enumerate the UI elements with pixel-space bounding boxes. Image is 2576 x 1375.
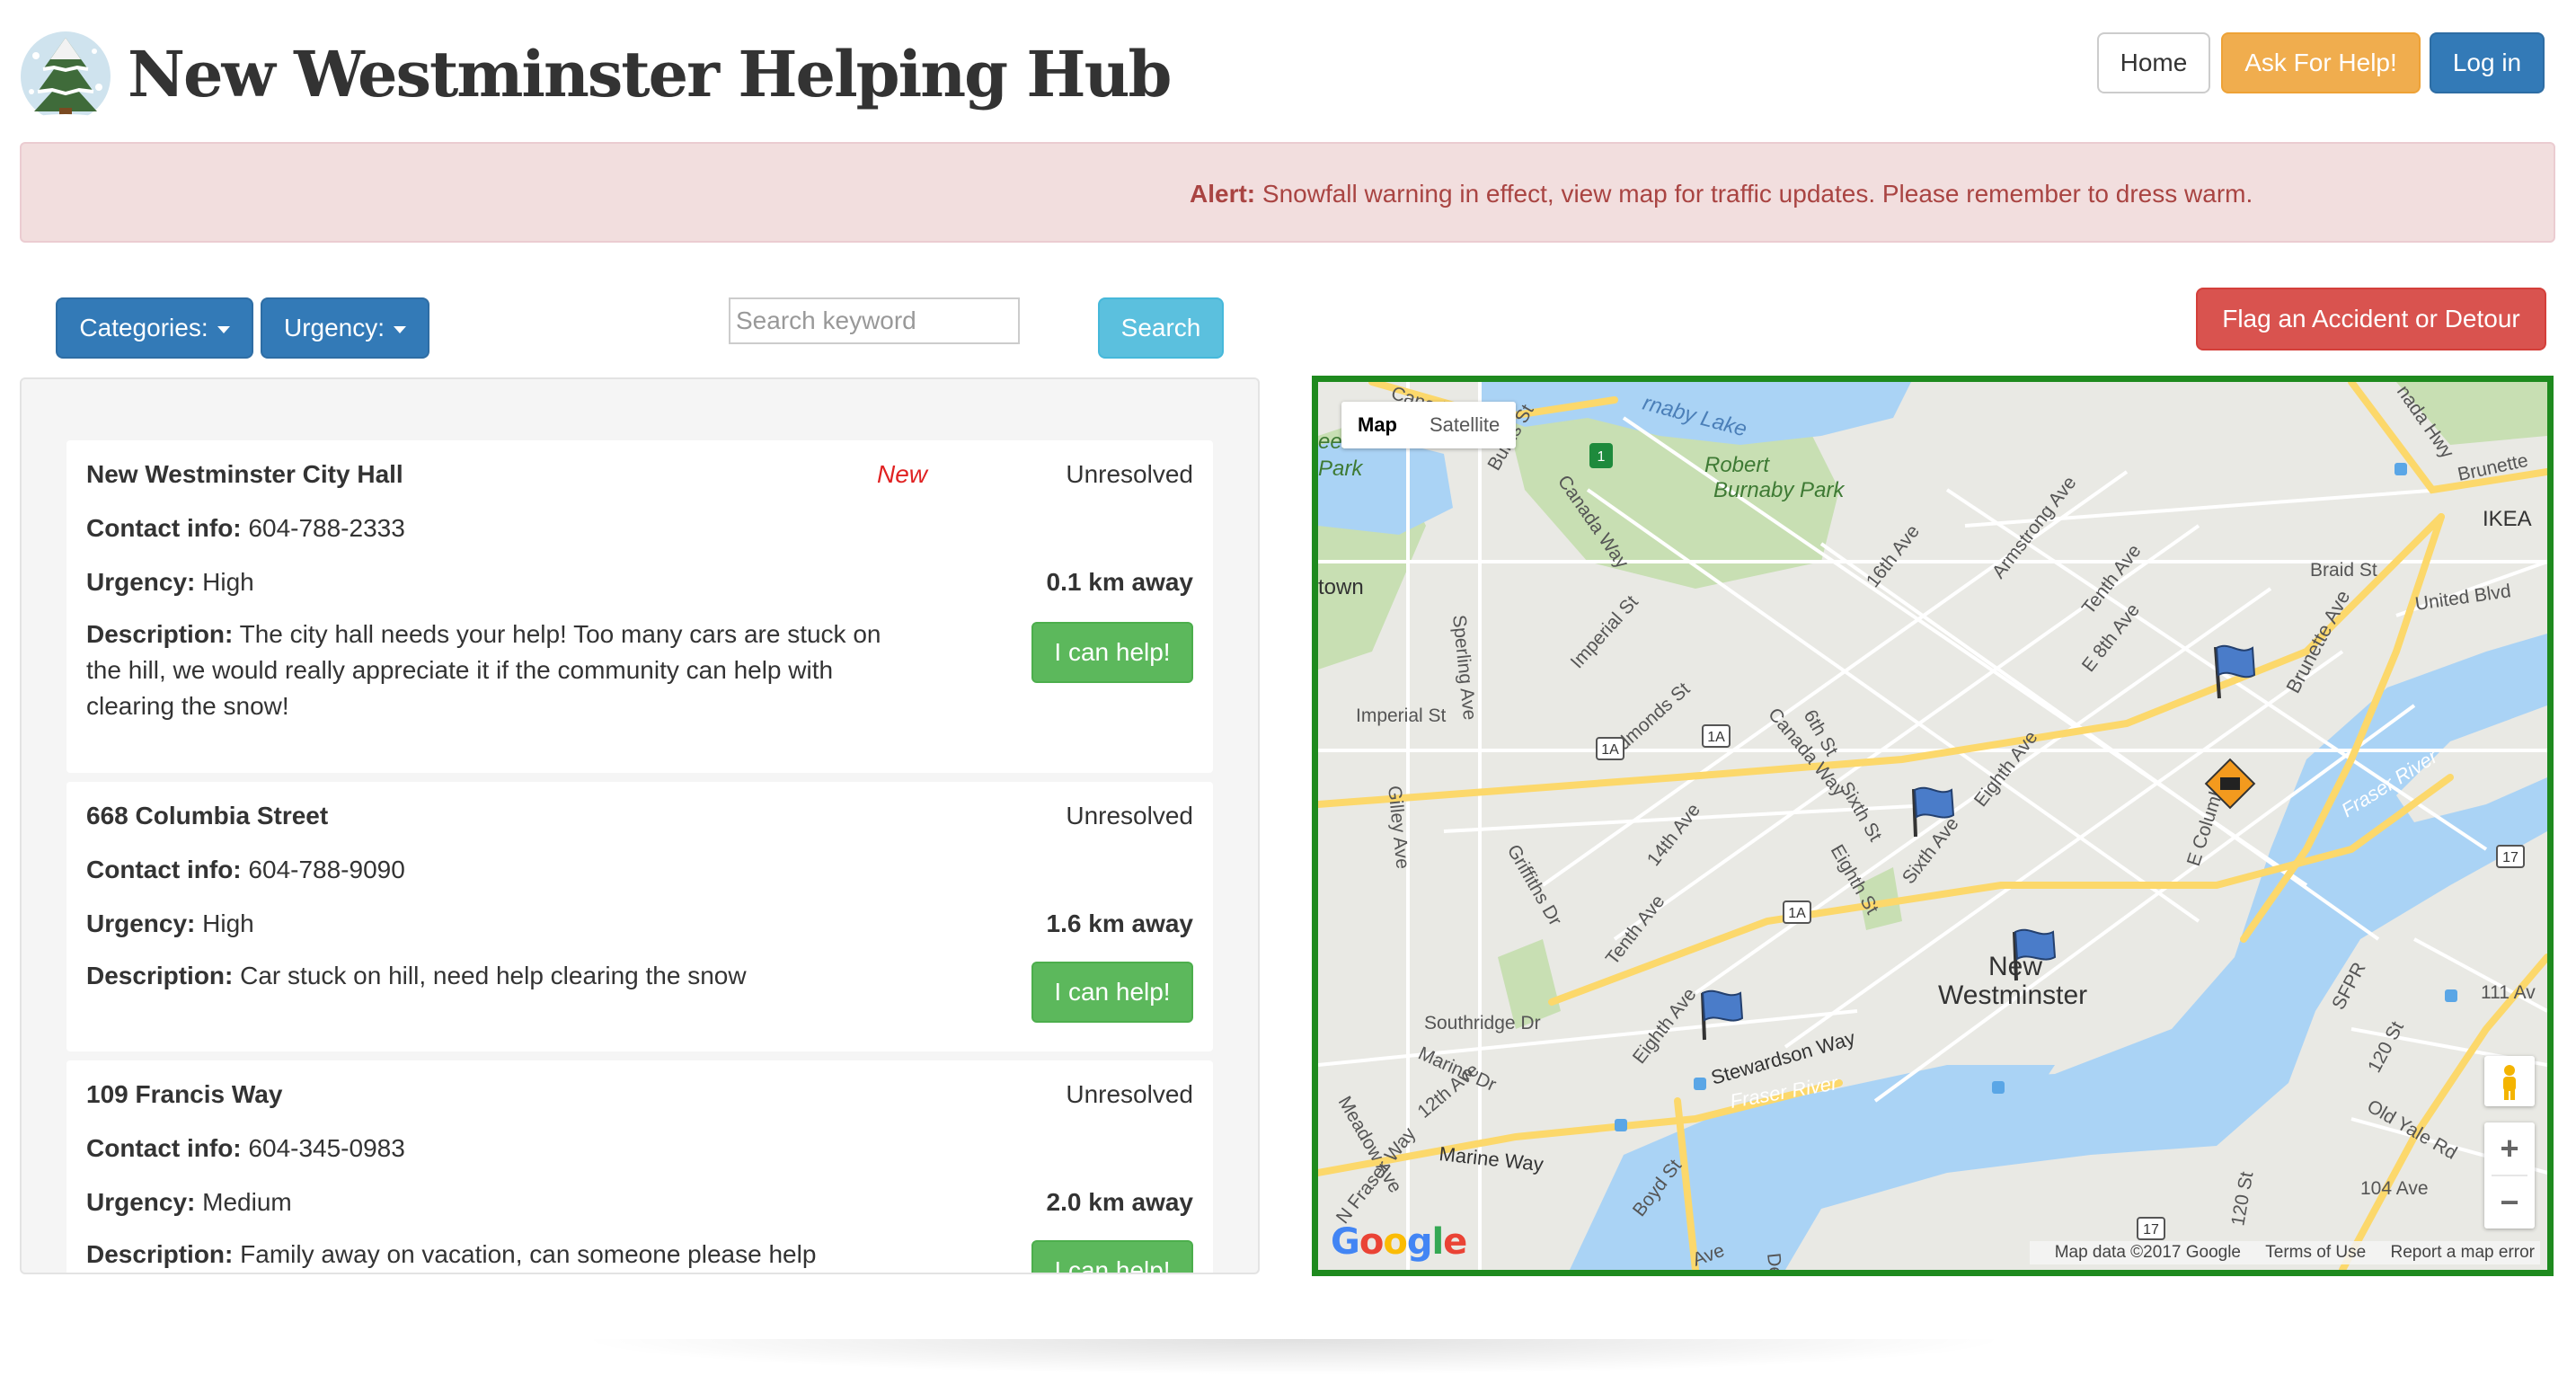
contact-info: Contact info: 604-345-0983 [86,1134,405,1162]
map-label: IKEA [2483,507,2532,531]
home-button[interactable]: Home [2097,32,2210,93]
description: Description: Family away on vacation, ca… [86,1240,817,1268]
map-attribution: Map data ©2017 Google Terms of Use Repor… [2029,1241,2540,1264]
map-label: Westminster [1938,980,2087,1010]
contact-info: Contact info: 604-788-9090 [86,856,405,883]
categories-label: Categories: [79,314,208,342]
distance: 2.0 km away [1046,1188,1193,1216]
traffic-map[interactable]: rnaby Lake Canada Hwy nada Hwy eer Park … [1312,376,2554,1276]
zoom-out-icon[interactable]: − [2484,1176,2535,1229]
request-card: 668 Columbia Street Unresolved Contact i… [66,782,1213,1051]
categories-dropdown[interactable]: Categories: [56,297,253,359]
site-logo-icon [21,31,111,123]
pegman-icon[interactable] [2484,1056,2535,1106]
alert-message: Snowfall warning in effect, view map for… [1255,180,2253,208]
request-card: 109 Francis Way Unresolved Contact info:… [66,1060,1213,1273]
google-logo: Google [1331,1221,1467,1263]
shield-label: 1 [1598,449,1606,465]
search-button[interactable]: Search [1098,297,1224,359]
request-list[interactable]: New Westminster City Hall New Unresolved… [20,377,1260,1274]
distance: 1.6 km away [1046,909,1193,937]
report-map-error-link[interactable]: Report a map error [2390,1243,2535,1262]
map-type-control[interactable]: Map Satellite [1341,402,1517,448]
zoom-in-icon[interactable]: + [2484,1122,2535,1175]
map-label: Burnaby Park [1713,478,1846,502]
description: Description: Car stuck on hill, need hel… [86,962,747,989]
urgency-dropdown[interactable]: Urgency: [261,297,429,359]
contact-info: Contact info: 604-788-2333 [86,514,405,542]
chevron-down-icon [394,326,407,333]
shield-label: 1A [1601,742,1619,758]
shield-label: 1A [1788,906,1806,921]
status-badge: Unresolved [1066,460,1193,488]
zoom-control[interactable]: + − [2484,1122,2535,1229]
request-card: New Westminster City Hall New Unresolved… [66,440,1213,773]
urgency-info: Urgency: High [86,909,254,937]
i-can-help-button[interactable]: I can help! [1031,622,1193,683]
shield-label: 17 [2143,1222,2159,1238]
map-label: Robert [1704,453,1770,477]
search-input[interactable] [729,297,1020,344]
login-button[interactable]: Log in [2430,32,2545,93]
map-canvas[interactable]: rnaby Lake Canada Hwy nada Hwy eer Park … [1318,382,2547,1270]
i-can-help-button[interactable]: I can help! [1031,962,1193,1023]
map-label: 104 Ave [2360,1178,2429,1199]
shield-label: 17 [2502,850,2518,865]
ask-for-help-button[interactable]: Ask For Help! [2221,32,2421,93]
urgency-label: Urgency: [283,314,385,342]
i-can-help-button[interactable]: I can help! [1031,1240,1193,1273]
request-title: 109 Francis Way [86,1080,283,1108]
shield-label: 1A [1707,730,1725,745]
alert-label: Alert: [1190,180,1256,208]
flag-accident-button[interactable]: Flag an Accident or Detour [2196,288,2546,350]
new-badge: New [877,460,928,488]
map-label: Braid St [2310,560,2377,581]
urgency-info: Urgency: High [86,568,254,596]
distance: 0.1 km away [1046,568,1193,596]
map-label: Der [1763,1252,1786,1270]
alert-banner: Alert: Snowfall warning in effect, view … [20,142,2555,243]
status-badge: Unresolved [1066,802,1193,829]
map-label: Imperial St [1356,705,1447,726]
urgency-info: Urgency: Medium [86,1188,292,1216]
map-label: town [1318,575,1364,599]
map-label: Park [1318,457,1364,481]
terms-of-use-link[interactable]: Terms of Use [2265,1243,2366,1262]
map-label: Southridge Dr [1424,1013,1541,1033]
map-label: 111 Av [2481,982,2536,1003]
site-title: New Westminster Helping Hub [128,37,1172,111]
description: Description: The city hall needs your he… [86,620,881,720]
map-type-map-button[interactable]: Map [1341,402,1413,448]
chevron-down-icon [217,326,230,333]
request-title: New Westminster City Hall [86,460,403,488]
map-type-satellite-button[interactable]: Satellite [1413,402,1516,448]
page-footer-shadow [575,1339,2013,1375]
status-badge: Unresolved [1066,1080,1193,1108]
map-data-text: Map data ©2017 Google [2054,1243,2241,1262]
request-title: 668 Columbia Street [86,802,329,829]
